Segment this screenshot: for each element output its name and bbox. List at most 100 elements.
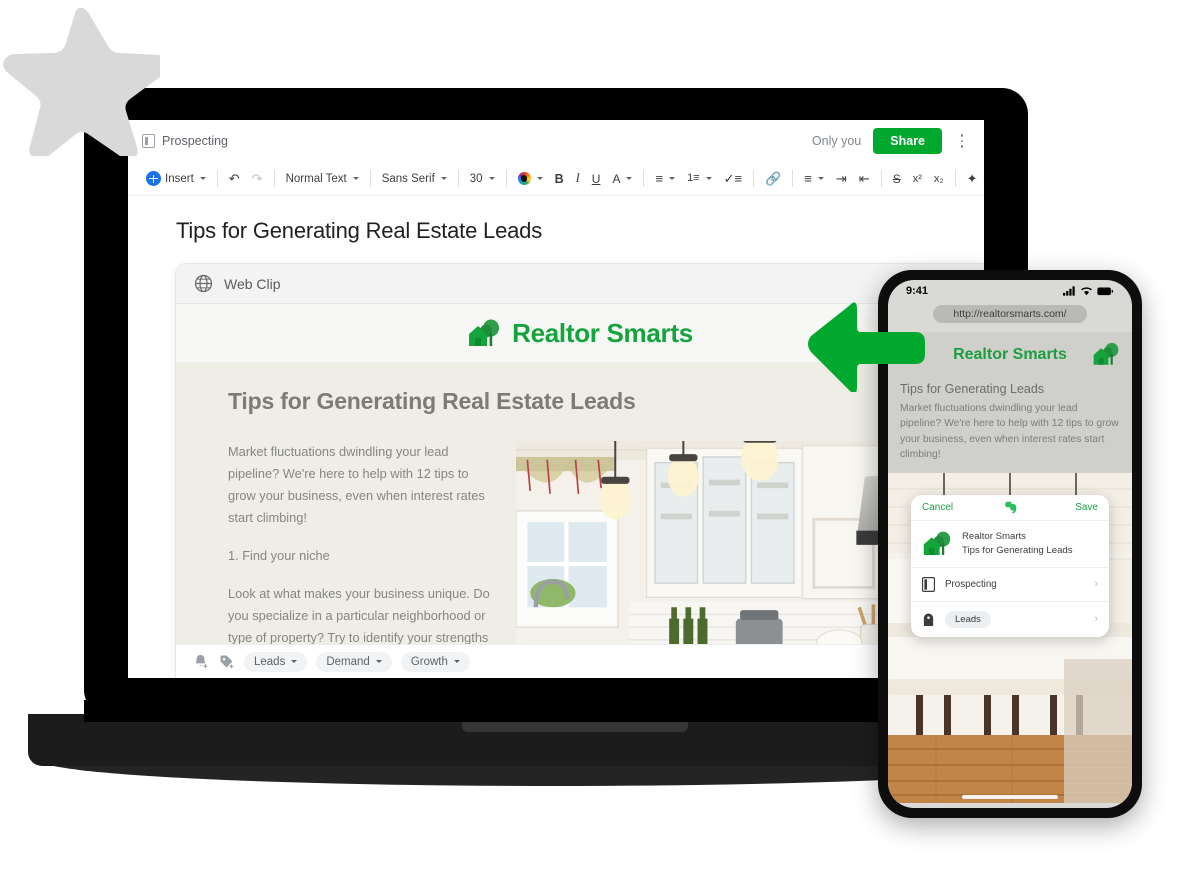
evernote-elephant-icon: [1004, 501, 1016, 514]
clip-preview-text: Realtor Smarts Tips for Generating Leads: [962, 530, 1073, 558]
more-options-icon[interactable]: [954, 132, 970, 150]
strikethrough-button[interactable]: S: [887, 169, 907, 189]
laptop-trackpad-notch: [462, 722, 688, 732]
font-family-value: Sans Serif: [381, 172, 435, 185]
underline-button[interactable]: U: [586, 169, 607, 189]
bold-button[interactable]: B: [549, 169, 570, 189]
permission-label: Only you: [811, 134, 862, 148]
chevron-right-icon: ›: [1094, 613, 1098, 626]
sheet-toolbar: Cancel Save: [911, 495, 1109, 521]
save-button[interactable]: Save: [1075, 502, 1098, 513]
tag-chip-label: Growth: [410, 655, 448, 668]
indent-decrease-icon: ⇤: [858, 171, 870, 186]
numbered-list-button[interactable]: 1≡: [681, 170, 718, 187]
phone-article-heading: Tips for Generating Leads: [900, 382, 1045, 396]
house-and-tree-logo: [923, 531, 951, 556]
star-icon: [3, 7, 160, 156]
underline-icon: U: [591, 171, 601, 186]
tag-chip[interactable]: Leads: [945, 610, 991, 628]
chevron-down-icon: [626, 177, 633, 180]
clip-columns: Market fluctuations dwindling your lead …: [176, 441, 984, 678]
insert-label: Insert: [165, 172, 194, 185]
tag-bar: Leads Demand Growth: [176, 644, 984, 678]
text-color-wheel-icon: [517, 172, 531, 185]
font-size-dropdown[interactable]: 30: [464, 170, 501, 188]
divider: [505, 170, 507, 187]
chevron-down-icon: [453, 660, 460, 663]
indent-decrease-button[interactable]: ⇤: [853, 169, 876, 188]
clip-content: Tips for Generating Real Estate Leads Ma…: [176, 362, 984, 678]
chevron-down-icon: [669, 177, 676, 180]
indent-increase-button[interactable]: ⇥: [830, 169, 853, 188]
tag-chip-label: Leads: [254, 655, 286, 668]
highlight-icon: A: [612, 171, 621, 186]
bulleted-list-button[interactable]: ≡: [649, 169, 681, 188]
tag-chip-leads[interactable]: Leads: [244, 651, 308, 672]
undo-button[interactable]: ↶: [223, 169, 246, 188]
add-tag-icon[interactable]: [218, 653, 235, 670]
divider: [369, 170, 371, 187]
battery-icon: [1097, 287, 1114, 295]
desktop-screen: Prospecting Only you Share Insert ↶ ↷ No…: [128, 120, 984, 678]
tag-chip-label: Demand: [326, 655, 370, 668]
text-color-button[interactable]: [512, 169, 549, 188]
link-button[interactable]: 🔗: [759, 169, 787, 188]
magic-wand-icon: ✦: [966, 171, 978, 186]
italic-icon: I: [575, 171, 580, 185]
undo-icon: ↶: [228, 171, 240, 186]
web-clip-title: Web Clip: [224, 275, 281, 292]
italic-button[interactable]: I: [570, 168, 586, 189]
tag-chip-growth[interactable]: Growth: [400, 651, 470, 672]
notebook-row[interactable]: Prospecting ›: [911, 568, 1109, 602]
highlight-button[interactable]: A: [606, 169, 638, 189]
clip-paragraph: 1. Find your niche: [228, 548, 330, 563]
notebook-icon: [922, 576, 935, 592]
insert-button[interactable]: Insert: [140, 168, 212, 189]
magic-button[interactable]: ✦: [961, 169, 984, 188]
superscript-icon: x²: [912, 172, 922, 185]
house-and-tree-logo: [469, 319, 500, 346]
bulleted-list-icon: ≡: [655, 171, 664, 186]
divider: [792, 170, 794, 187]
wifi-icon: [1081, 287, 1092, 296]
globe-icon: [194, 274, 213, 293]
clip-heading: Tips for Generating Real Estate Leads: [228, 388, 636, 414]
paragraph-style-dropdown[interactable]: Normal Text: [280, 170, 365, 188]
checklist-button[interactable]: ✓≡: [718, 169, 748, 188]
font-size-value: 30: [469, 172, 483, 185]
superscript-button[interactable]: x²: [907, 170, 928, 188]
paragraph-style-value: Normal Text: [285, 172, 347, 185]
redo-button[interactable]: ↷: [246, 169, 269, 188]
clip-preview-title: Tips for Generating Leads: [962, 544, 1073, 556]
phone-home-indicator: [962, 795, 1058, 799]
numbered-list-icon: 1≡: [687, 172, 700, 184]
subscript-button[interactable]: x₂: [928, 170, 950, 188]
add-reminder-icon[interactable]: [192, 653, 209, 670]
status-indicators: [1063, 286, 1114, 296]
doc-topbar-actions: Only you Share: [812, 128, 970, 154]
redo-icon: ↷: [251, 171, 263, 186]
share-button[interactable]: Share: [873, 128, 942, 154]
breadcrumb-label: Prospecting: [162, 134, 229, 148]
font-family-dropdown[interactable]: Sans Serif: [376, 170, 453, 188]
chevron-down-icon: [291, 660, 298, 663]
scene: Prospecting Only you Share Insert ↶ ↷ No…: [0, 0, 1199, 880]
align-left-icon: ≡: [804, 171, 812, 186]
clip-text-column: Market fluctuations dwindling your lead …: [176, 441, 516, 678]
phone-brand-name: Realtor Smarts: [953, 346, 1067, 363]
clipper-sheet: Cancel Save Realtor Smarts Tips for Gene…: [911, 495, 1109, 637]
divider: [880, 170, 882, 187]
chevron-down-icon: [352, 177, 359, 180]
url-text: http://realtorsmarts.com/: [933, 305, 1087, 323]
formatting-toolbar: Insert ↶ ↷ Normal Text Sans Serif 30 B I…: [128, 162, 984, 196]
divider: [954, 170, 956, 187]
tag-chip-demand[interactable]: Demand: [316, 651, 392, 672]
tag-row[interactable]: Leads ›: [911, 602, 1109, 637]
checklist-icon: ✓≡: [723, 171, 743, 186]
align-button[interactable]: ≡: [798, 169, 830, 188]
divider: [753, 170, 755, 187]
phone-article-body: Market fluctuations dwindling your lead …: [900, 403, 1119, 461]
cancel-button[interactable]: Cancel: [922, 502, 953, 513]
chevron-down-icon: [440, 177, 447, 180]
chevron-right-icon: ›: [1094, 578, 1098, 591]
